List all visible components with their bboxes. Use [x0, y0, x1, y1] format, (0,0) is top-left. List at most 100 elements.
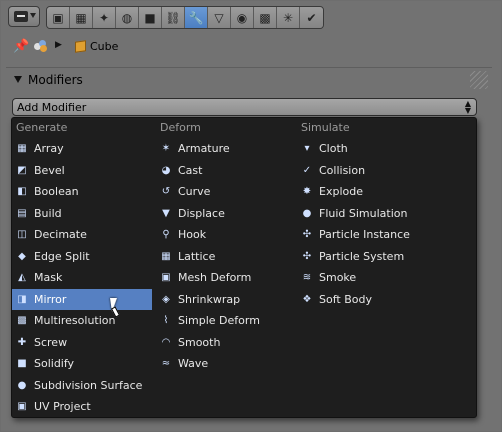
tab-texture[interactable]: ▩ — [254, 7, 277, 28]
menu-item-label: Decimate — [34, 228, 87, 241]
menu-item-label: Lattice — [178, 249, 216, 263]
mesh-deform-icon: ▣ — [161, 272, 171, 283]
decimate-icon: ◫ — [17, 229, 27, 240]
menu-item-mesh-deform[interactable]: ▣ Mesh Deform — [156, 267, 296, 288]
curve-icon: ↺ — [161, 186, 171, 197]
menu-item-uv-project[interactable]: ▣ UV Project — [12, 396, 152, 417]
menu-item-bevel[interactable]: ◩ Bevel — [12, 160, 152, 181]
modifiers-panel-header[interactable]: Modifiers — [6, 68, 492, 92]
menu-item-boolean[interactable]: ◧ Boolean — [12, 181, 152, 202]
menu-item-screw[interactable]: ✚ Screw — [12, 332, 152, 353]
menu-item-decimate[interactable]: ◫ Decimate — [12, 224, 152, 245]
menu-item-mirror[interactable]: ◨ Mirror — [12, 288, 152, 310]
world-icon: ◍ — [121, 10, 133, 25]
cloth-icon: ▾ — [304, 143, 310, 154]
menu-item-build[interactable]: ▤ Build — [12, 203, 152, 224]
tab-modifiers-wrench[interactable]: 🔧 — [185, 7, 208, 28]
material-icon: ◉ — [236, 10, 248, 25]
tab-constraints[interactable]: ⛓ — [162, 7, 185, 28]
chevron-down-icon — [30, 13, 36, 18]
tab-scene[interactable]: ✦ — [93, 7, 116, 28]
smoke-icon: ≋ — [302, 272, 312, 283]
menu-item-soft-body[interactable]: ❖ Soft Body — [297, 289, 475, 310]
tab-data-triangle[interactable]: ▽ — [208, 7, 231, 28]
menu-item-mask[interactable]: ◭ Mask — [12, 267, 152, 288]
object-icon: ■ — [144, 10, 156, 25]
multiresolution-icon: ▩ — [17, 315, 27, 326]
particle-instance-icon: ✣ — [302, 229, 312, 240]
add-modifier-menu: Generate ▦ Array ◩ Bevel ◧ Boolean ▤ Build ◫ Decim… — [11, 117, 477, 418]
menu-item-displace[interactable]: ▼ Displace — [156, 203, 296, 224]
menu-item-label: Multiresolution — [34, 314, 116, 327]
menu-item-fluid-simulation[interactable]: ● Fluid Simulation — [297, 203, 475, 224]
menu-item-label: Smoke — [319, 271, 357, 284]
menu-item-label: Displace — [178, 206, 225, 220]
menu-item-subdivision-surface[interactable]: ● Subdivision Surface — [12, 375, 152, 396]
menu-item-label: Wave — [178, 357, 209, 370]
render-icon: ▣ — [52, 10, 64, 25]
displace-icon: ▼ — [162, 207, 170, 219]
shrinkwrap-icon: ◈ — [162, 293, 170, 305]
menu-item-shrinkwrap[interactable]: ◈ Shrinkwrap — [156, 289, 296, 310]
breadcrumb-separator-icon: ▶ — [55, 40, 62, 50]
menu-item-multiresolution[interactable]: ▩ Multiresolution — [12, 310, 152, 331]
tab-material[interactable]: ◉ — [231, 7, 254, 28]
render-layers-icon: ▦ — [75, 10, 87, 25]
menu-item-label: Bevel — [34, 163, 65, 177]
tab-render[interactable]: ▣ — [47, 7, 70, 28]
simple-deform-icon: ⌇ — [163, 315, 169, 326]
menu-item-collision[interactable]: ✓ Collision — [297, 160, 475, 181]
collapse-triangle-icon[interactable] — [14, 76, 22, 83]
texture-icon: ▩ — [259, 10, 271, 25]
cast-icon: ◕ — [161, 164, 171, 176]
physics-icon: ✔ — [306, 10, 317, 25]
menu-item-hook[interactable]: ⚲ Hook — [156, 224, 296, 245]
properties-editor: ▣ ▦ ✦ ◍ ■ ⛓ 🔧 ▽ ◉ ▩ ✳ ✔ 📌 ▶ Cube Modifiers Add Modi… — [0, 0, 502, 432]
particle-system-icon: ✣ — [302, 250, 312, 262]
menu-item-label: Explode — [319, 185, 363, 198]
menu-item-particle-system[interactable]: ✣ Particle System — [297, 246, 475, 267]
menu-item-label: Cast — [178, 163, 203, 177]
menu-item-label: Fluid Simulation — [319, 206, 408, 220]
solidify-icon: ■ — [17, 358, 27, 369]
menu-item-wave[interactable]: ≈ Wave — [156, 353, 296, 374]
tab-world[interactable]: ◍ — [116, 7, 139, 28]
menu-item-label: Shrinkwrap — [178, 292, 241, 306]
menu-item-label: Cloth — [319, 142, 348, 155]
drag-grip-icon[interactable] — [470, 71, 488, 89]
collision-icon: ✓ — [302, 164, 312, 176]
menu-item-curve[interactable]: ↺ Curve — [156, 181, 296, 202]
menu-item-cloth[interactable]: ▾ Cloth — [297, 138, 475, 159]
screw-icon: ✚ — [17, 336, 27, 348]
tab-render-layers[interactable]: ▦ — [70, 7, 93, 28]
menu-item-label: Soft Body — [319, 292, 372, 306]
context-tabs: ▣ ▦ ✦ ◍ ■ ⛓ 🔧 ▽ ◉ ▩ ✳ ✔ — [46, 6, 324, 29]
tab-particles[interactable]: ✳ — [277, 7, 300, 28]
editor-type-button[interactable] — [8, 6, 40, 27]
menu-item-lattice[interactable]: ▦ Lattice — [156, 246, 296, 267]
menu-item-array[interactable]: ▦ Array — [12, 138, 152, 159]
menu-item-solidify[interactable]: ■ Solidify — [12, 353, 152, 374]
pin-icon[interactable]: 📌 — [13, 39, 29, 54]
tab-object[interactable]: ■ — [139, 7, 162, 28]
menu-item-particle-instance[interactable]: ✣ Particle Instance — [297, 224, 475, 245]
tab-physics[interactable]: ✔ — [300, 7, 323, 28]
menu-item-smooth[interactable]: ◠ Smooth — [156, 332, 296, 353]
menu-item-simple-deform[interactable]: ⌇ Simple Deform — [156, 310, 296, 331]
menu-item-explode[interactable]: ✸ Explode — [297, 181, 475, 202]
menu-item-cast[interactable]: ◕ Cast — [156, 160, 296, 181]
menu-item-armature[interactable]: ✶ Armature — [156, 138, 296, 159]
lattice-icon: ▦ — [161, 250, 171, 262]
menu-item-edge-split[interactable]: ◆ Edge Split — [12, 246, 152, 267]
properties-header: ▣ ▦ ✦ ◍ ■ ⛓ 🔧 ▽ ◉ ▩ ✳ ✔ — [1, 1, 501, 33]
panel-title: Modifiers — [28, 73, 83, 87]
menu-item-label: Particle Instance — [319, 228, 410, 241]
smooth-icon: ◠ — [161, 336, 171, 348]
modifiers-wrench-icon: 🔧 — [188, 10, 204, 25]
menu-item-smoke[interactable]: ≋ Smoke — [297, 267, 475, 288]
add-modifier-dropdown[interactable]: Add Modifier ▲ ▼ — [12, 98, 477, 116]
add-modifier-label: Add Modifier — [17, 101, 87, 114]
menu-item-label: Build — [34, 206, 62, 220]
array-icon: ▦ — [17, 143, 27, 154]
mirror-icon: ◨ — [17, 293, 27, 305]
